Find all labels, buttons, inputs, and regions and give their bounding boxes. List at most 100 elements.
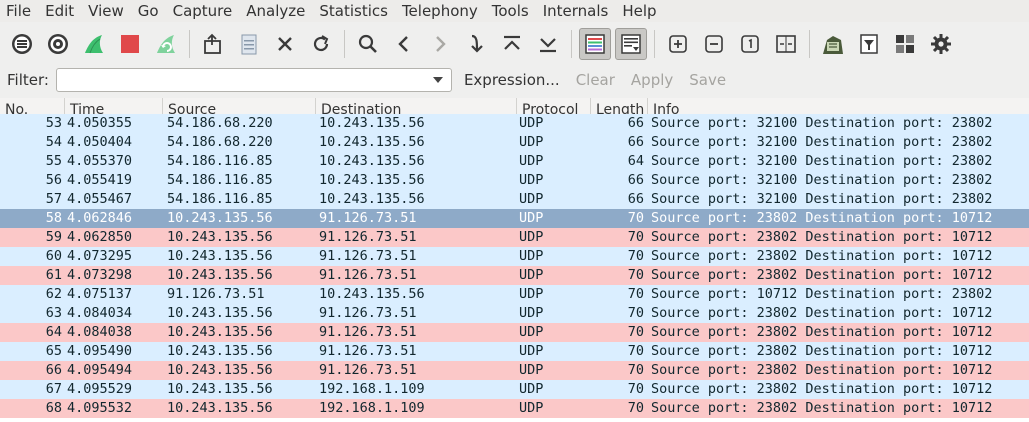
filter-label: Filter:: [7, 71, 49, 89]
cell-len: 70: [627, 210, 644, 226]
file-set-button[interactable]: [233, 28, 265, 60]
cell-dst: 192.168.1.109: [319, 400, 425, 416]
cell-src: 10.243.135.56: [167, 229, 273, 245]
reload-icon: [313, 35, 329, 52]
table-row[interactable]: 61 4.073298 10.243.135.56 91.126.73.51 UDP 70…: [0, 266, 1029, 285]
cell-time: 4.062846: [67, 210, 133, 226]
toolbar-separator: [571, 30, 572, 58]
cell-no: 67: [45, 381, 62, 397]
zoom-in-icon: [669, 35, 687, 53]
menu-file[interactable]: File: [0, 2, 39, 20]
cell-time: 4.050355: [67, 115, 133, 131]
coloring-rules-icon: [896, 35, 914, 53]
table-row[interactable]: 68 4.095532 10.243.135.56 192.168.1.109 UDP 7…: [0, 399, 1029, 418]
normal-size-icon: [741, 35, 759, 53]
save-button[interactable]: Save: [685, 71, 730, 89]
menu-analyze[interactable]: Analyze: [240, 2, 313, 20]
reload-button[interactable]: [305, 28, 337, 60]
table-row-selected[interactable]: 58 4.062846 10.243.135.56 91.126.73.51 UDP 70…: [0, 209, 1029, 228]
menu-internals[interactable]: Internals: [537, 2, 617, 20]
go-back-button[interactable]: [388, 28, 420, 60]
menu-capture[interactable]: Capture: [167, 2, 241, 20]
cell-proto: UDP: [519, 248, 544, 264]
cell-src: 10.243.135.56: [167, 210, 273, 226]
cell-info: Source port: 23802 Destination port: 107…: [651, 324, 993, 340]
start-capture-button[interactable]: [78, 28, 110, 60]
chevron-down-icon[interactable]: [432, 77, 443, 83]
cell-info: Source port: 10712 Destination port: 238…: [651, 286, 993, 302]
open-file-button[interactable]: [197, 28, 229, 60]
table-row[interactable]: 64 4.084038 10.243.135.56 91.126.73.51 UDP 70…: [0, 323, 1029, 342]
menu-go[interactable]: Go: [132, 2, 167, 20]
table-row[interactable]: 63 4.084034 10.243.135.56 91.126.73.51 UDP 70…: [0, 304, 1029, 323]
preferences-button[interactable]: [925, 28, 957, 60]
stop-capture-button[interactable]: [114, 28, 146, 60]
cell-src: 54.186.116.85: [167, 172, 273, 188]
menu-view[interactable]: View: [82, 2, 132, 20]
file-set-icon: [241, 34, 257, 55]
close-file-icon: [278, 37, 292, 51]
cell-dst: 91.126.73.51: [319, 229, 417, 245]
find-packet-button[interactable]: [352, 28, 384, 60]
restart-capture-button[interactable]: [150, 28, 182, 60]
filter-input[interactable]: [56, 69, 425, 93]
colorize-button[interactable]: [579, 28, 611, 60]
cell-src: 10.243.135.56: [167, 362, 273, 378]
table-row[interactable]: 65 4.095490 10.243.135.56 91.126.73.51 UDP 70…: [0, 342, 1029, 361]
zoom-in-button[interactable]: [662, 28, 694, 60]
table-row[interactable]: 56 4.055419 54.186.116.85 10.243.135.56 UDP 6…: [0, 171, 1029, 190]
menu-edit[interactable]: Edit: [39, 2, 82, 20]
table-row[interactable]: 54 4.050404 54.186.68.220 10.243.135.56 UDP 6…: [0, 133, 1029, 152]
cell-src: 10.243.135.56: [167, 248, 273, 264]
cell-time: 4.095490: [67, 343, 133, 359]
cell-time: 4.084038: [67, 324, 133, 340]
menu-help[interactable]: Help: [616, 2, 664, 20]
open-file-icon: [204, 33, 221, 54]
first-packet-button[interactable]: [496, 28, 528, 60]
normal-size-button[interactable]: [734, 28, 766, 60]
cell-len: 70: [627, 267, 644, 283]
menu-telephony[interactable]: Telephony: [396, 2, 486, 20]
table-row[interactable]: 62 4.075137 91.126.73.51 10.243.135.56 UDP 70…: [0, 285, 1029, 304]
cell-len: 70: [627, 343, 644, 359]
toolbar-separator: [809, 30, 810, 58]
cell-time: 4.073298: [67, 267, 133, 283]
cell-info: Source port: 32100 Destination port: 238…: [651, 172, 993, 188]
cell-info: Source port: 32100 Destination port: 238…: [651, 153, 993, 169]
close-file-button[interactable]: [269, 28, 301, 60]
cell-len: 70: [627, 362, 644, 378]
cell-proto: UDP: [519, 267, 544, 283]
autoscroll-button[interactable]: [615, 28, 647, 60]
clear-button[interactable]: Clear: [572, 71, 619, 89]
table-row[interactable]: 59 4.062850 10.243.135.56 91.126.73.51 UDP 70…: [0, 228, 1029, 247]
go-to-packet-button[interactable]: [460, 28, 492, 60]
resize-columns-button[interactable]: [770, 28, 802, 60]
main-toolbar: [0, 24, 1029, 64]
cell-src: 10.243.135.56: [167, 400, 273, 416]
table-row[interactable]: 53 4.050355 54.186.68.220 10.243.135.56 UDP 6…: [0, 114, 1029, 133]
menu-tools[interactable]: Tools: [486, 2, 537, 20]
toolbar-separator: [654, 30, 655, 58]
coloring-rules-button[interactable]: [889, 28, 921, 60]
cell-src: 54.186.68.220: [167, 134, 273, 150]
go-forward-button[interactable]: [424, 28, 456, 60]
expression-button[interactable]: Expression...: [460, 71, 564, 89]
table-row[interactable]: 66 4.095494 10.243.135.56 91.126.73.51 UDP 70…: [0, 361, 1029, 380]
zoom-out-button[interactable]: [698, 28, 730, 60]
menu-statistics[interactable]: Statistics: [313, 2, 396, 20]
last-packet-button[interactable]: [532, 28, 564, 60]
cell-proto: UDP: [519, 172, 544, 188]
table-row[interactable]: 57 4.055467 54.186.116.85 10.243.135.56 UDP 6…: [0, 190, 1029, 209]
restart-capture-icon: [157, 35, 175, 53]
table-row[interactable]: 67 4.095529 10.243.135.56 192.168.1.109 UDP 7…: [0, 380, 1029, 399]
options-button[interactable]: [42, 28, 74, 60]
preferences-icon: [931, 34, 951, 54]
table-row[interactable]: 60 4.073295 10.243.135.56 91.126.73.51 UDP 70…: [0, 247, 1029, 266]
cell-no: 64: [45, 324, 62, 340]
filter-combobox[interactable]: [55, 68, 452, 93]
table-row[interactable]: 55 4.055370 54.186.116.85 10.243.135.56 UDP 6…: [0, 152, 1029, 171]
apply-button[interactable]: Apply: [627, 71, 677, 89]
capture-filters-button[interactable]: [817, 28, 849, 60]
interfaces-button[interactable]: [6, 28, 38, 60]
display-filters-button[interactable]: [853, 28, 885, 60]
